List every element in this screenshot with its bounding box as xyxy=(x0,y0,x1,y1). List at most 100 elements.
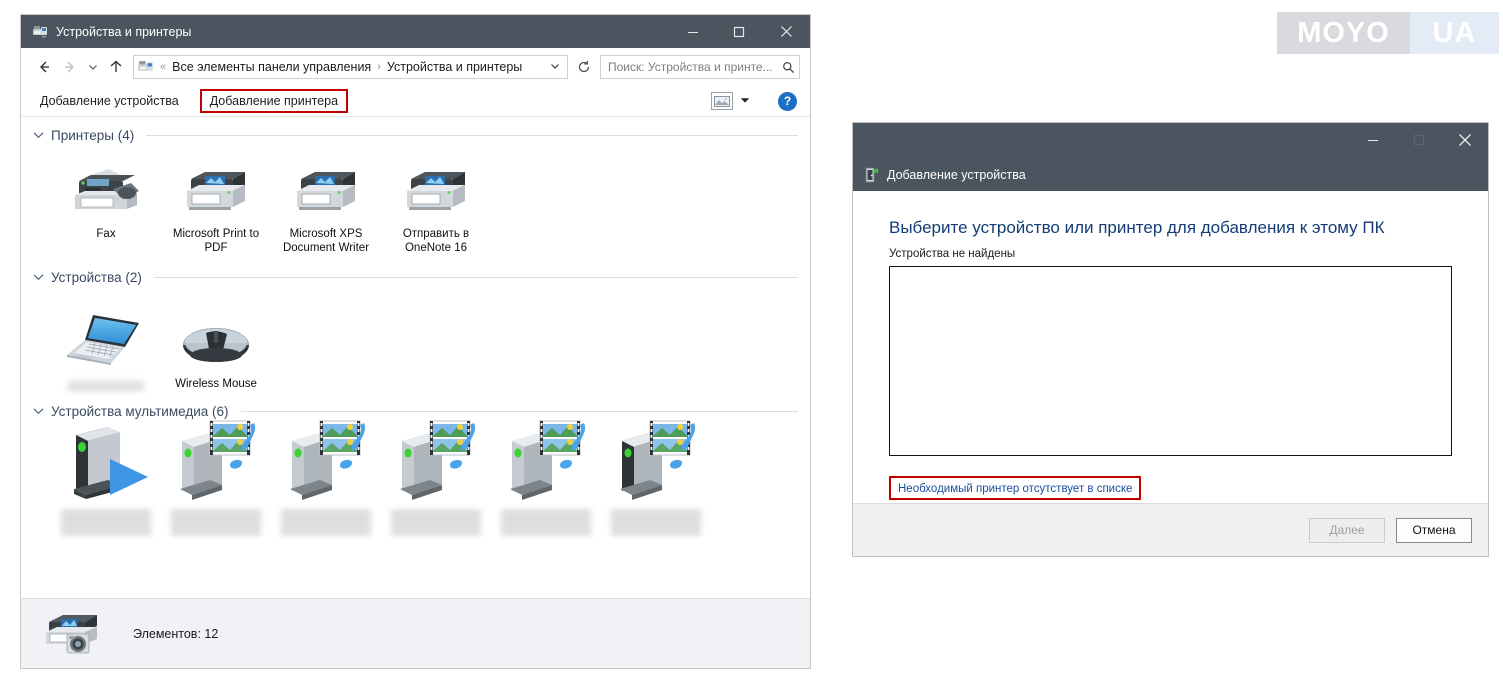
item-count-text: Элементов: 12 xyxy=(133,626,219,641)
dialog-footer: Далее Отмена xyxy=(853,503,1488,556)
printer-icon xyxy=(395,155,477,221)
command-bar-right: ? xyxy=(711,91,800,111)
dialog-titlebar: Добавление устройства xyxy=(853,123,1488,191)
search-placeholder: Поиск: Устройства и принте... xyxy=(608,60,773,74)
watermark-ua-text: UA xyxy=(1432,16,1477,49)
device-label: Fax xyxy=(96,228,116,240)
refresh-icon[interactable] xyxy=(574,55,594,79)
devices-and-printers-icon xyxy=(137,59,154,76)
window-titlebar: Устройства и принтеры xyxy=(21,15,810,48)
back-arrow-icon[interactable] xyxy=(31,54,57,80)
device-item-media-server[interactable] xyxy=(161,420,271,535)
device-label-blurred xyxy=(171,510,261,535)
device-label-blurred xyxy=(391,510,481,535)
device-item-wireless-mouse[interactable]: Wireless Mouse xyxy=(161,299,271,391)
add-device-icon xyxy=(865,167,879,183)
chevron-down-icon[interactable] xyxy=(33,272,44,284)
device-item-media-player[interactable] xyxy=(51,427,161,535)
device-item-ms-xps-document-writer[interactable]: Microsoft XPS Document Writer xyxy=(271,149,381,255)
add-device-button[interactable]: Добавление устройства xyxy=(31,90,188,112)
add-printer-button[interactable]: Добавление принтера xyxy=(199,89,349,113)
maximize-icon[interactable] xyxy=(716,15,762,48)
close-icon[interactable] xyxy=(1442,123,1488,157)
device-item-send-to-onenote[interactable]: Отправить в OneNote 16 xyxy=(381,149,491,255)
up-arrow-icon[interactable] xyxy=(103,54,129,80)
minimize-icon[interactable] xyxy=(1350,123,1396,157)
device-item-fax[interactable]: Fax xyxy=(51,149,161,255)
watermark-ua-block: UA xyxy=(1410,12,1499,54)
fax-printer-icon xyxy=(65,155,147,221)
dialog-title-row: Добавление устройства xyxy=(865,167,1026,183)
devices-content-area: Принтеры (4) Fax Microsoft Print to PDF … xyxy=(21,117,810,623)
dialog-subtext: Устройства не найдены xyxy=(889,248,1016,260)
device-item-media-server[interactable] xyxy=(491,420,601,535)
printer-icon xyxy=(175,155,257,221)
devices-row: Wireless Mouse xyxy=(33,291,798,391)
help-icon[interactable]: ? xyxy=(778,91,797,111)
device-item-laptop[interactable] xyxy=(51,299,161,391)
devices-and-printers-icon xyxy=(32,24,48,40)
device-label: Microsoft Print to PDF xyxy=(172,228,260,254)
device-label-blurred xyxy=(611,510,701,535)
group-divider xyxy=(146,135,798,136)
group-label: Устройства (2) xyxy=(51,270,142,285)
device-label: Wireless Mouse xyxy=(175,378,257,390)
view-chevron-down-icon[interactable] xyxy=(737,96,757,106)
media-server-icon xyxy=(168,420,264,501)
close-icon[interactable] xyxy=(762,15,810,48)
device-item-media-server[interactable] xyxy=(601,420,711,535)
search-icon[interactable] xyxy=(777,61,799,74)
window-title: Устройства и принтеры xyxy=(56,24,192,39)
media-server-icon xyxy=(278,420,374,501)
address-bar-row: « Все элементы панели управления › Устро… xyxy=(21,48,810,86)
address-bar[interactable]: « Все элементы панели управления › Устро… xyxy=(133,55,568,79)
media-server-icon xyxy=(498,420,594,501)
view-layout-icon[interactable] xyxy=(711,92,733,110)
watermark-moyo-block: MOYO xyxy=(1277,12,1410,54)
media-devices-row xyxy=(33,420,798,535)
minimize-icon[interactable] xyxy=(670,15,716,48)
device-label: Microsoft XPS Document Writer xyxy=(282,228,370,254)
dialog-heading: Выберите устройство или принтер для доба… xyxy=(889,218,1385,237)
next-button[interactable]: Далее xyxy=(1309,517,1385,543)
cancel-button[interactable]: Отмена xyxy=(1396,517,1472,543)
device-item-ms-print-to-pdf[interactable]: Microsoft Print to PDF xyxy=(161,149,271,255)
search-input[interactable]: Поиск: Устройства и принте... xyxy=(600,55,800,79)
media-server-icon xyxy=(388,420,484,501)
device-item-media-server[interactable] xyxy=(381,420,491,535)
printers-row: Fax Microsoft Print to PDF Microsoft XPS… xyxy=(33,149,798,255)
chevron-down-icon[interactable] xyxy=(33,406,44,418)
device-item-media-server[interactable] xyxy=(271,420,381,535)
device-label-blurred xyxy=(68,380,144,391)
printer-not-listed-link[interactable]: Необходимый принтер отсутствует в списке xyxy=(898,483,1132,495)
printer-scanner-icon xyxy=(41,606,103,661)
dialog-title: Добавление устройства xyxy=(887,168,1026,182)
group-divider xyxy=(153,277,798,278)
printer-not-listed-link-highlight: Необходимый принтер отсутствует в списке xyxy=(889,476,1142,500)
device-label-blurred xyxy=(501,510,591,535)
forward-arrow-icon[interactable] xyxy=(57,54,83,80)
laptop-icon xyxy=(63,305,149,371)
breadcrumb-separator: › xyxy=(377,61,381,73)
device-label-blurred xyxy=(61,510,151,535)
breadcrumb-devices-and-printers[interactable]: Устройства и принтеры xyxy=(387,60,522,74)
maximize-icon[interactable] xyxy=(1396,123,1442,157)
command-bar: Добавление устройства Добавление принтер… xyxy=(21,86,810,117)
window-controls xyxy=(670,15,810,48)
chevron-down-icon[interactable] xyxy=(33,130,44,142)
printer-icon xyxy=(285,155,367,221)
address-chevron-down-icon[interactable] xyxy=(550,61,560,73)
devices-and-printers-window: Устройства и принтеры « Все элементы пан… xyxy=(20,14,811,669)
found-devices-list[interactable] xyxy=(889,266,1452,456)
watermark-moyo-text: MOYO xyxy=(1297,16,1390,49)
group-header-devices[interactable]: Устройства (2) xyxy=(33,264,798,291)
breadcrumb-control-panel[interactable]: Все элементы панели управления xyxy=(172,60,371,74)
recent-locations-chevron-down-icon[interactable] xyxy=(83,54,103,80)
media-server-icon xyxy=(608,420,704,501)
group-header-printers[interactable]: Принтеры (4) xyxy=(33,122,798,149)
status-bar: Элементов: 12 xyxy=(21,598,810,668)
device-label: Отправить в OneNote 16 xyxy=(402,228,470,254)
mouse-icon xyxy=(173,305,259,371)
media-player-icon xyxy=(58,427,154,501)
address-overflow-icon[interactable]: « xyxy=(160,61,166,73)
